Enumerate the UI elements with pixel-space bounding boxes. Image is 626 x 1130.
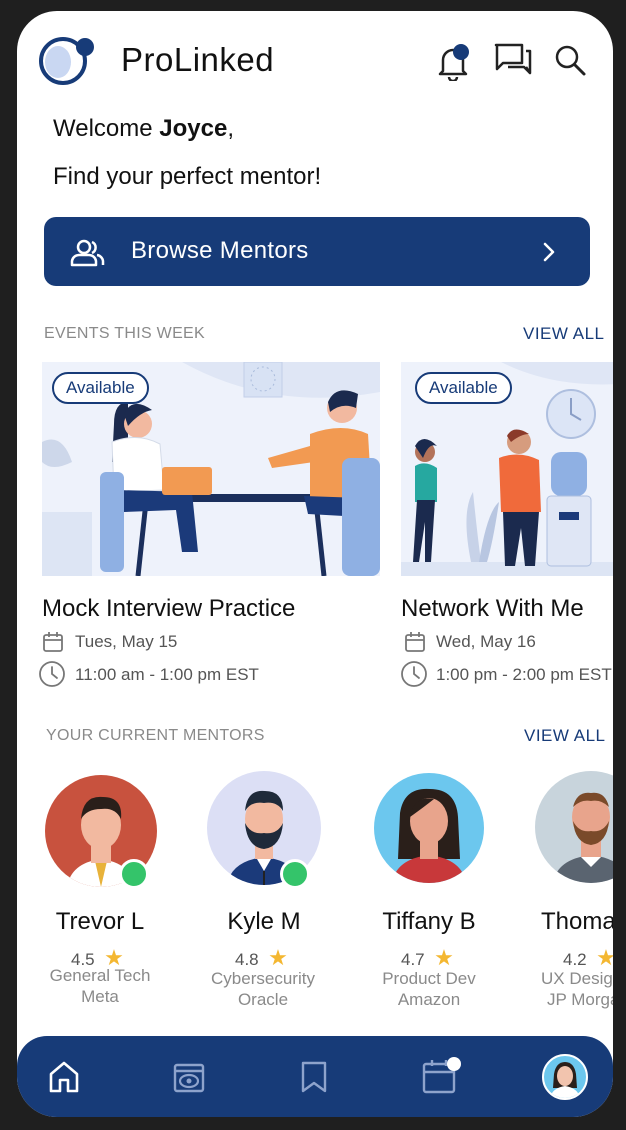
events-view-all-link[interactable]: VIEW ALL [523, 324, 604, 344]
bookmark-icon[interactable] [299, 1060, 329, 1099]
event-title: Network With Me [401, 595, 584, 622]
event-time: 11:00 am - 1:00 pm EST [75, 665, 259, 684]
clock-icon [38, 660, 66, 693]
mentor-role: General Tech Meta [49, 966, 151, 1006]
star-icon: ★ [268, 945, 288, 970]
mentor-avatar [535, 771, 613, 883]
people-icon [70, 239, 106, 272]
mentor-role: UX DesignJP Morgan [541, 969, 613, 1009]
phone-screen: ProLinked Welcome Joyce, Find your perfe… [17, 11, 613, 1117]
mentors-view-all-link[interactable]: VIEW ALL [524, 726, 605, 746]
star-icon: ★ [434, 945, 454, 970]
mentor-name: Kyle M [227, 908, 301, 935]
mentors-section-title: YOUR CURRENT MENTORS [46, 727, 265, 744]
event-time: 1:00 pm - 2:00 pm EST [436, 665, 612, 684]
home-icon[interactable] [47, 1060, 81, 1099]
notification-bell-icon[interactable] [435, 41, 471, 83]
browse-mentors-button[interactable]: Browse Mentors [44, 217, 590, 286]
browse-mentors-label: Browse Mentors [131, 237, 309, 264]
chevron-right-icon [542, 241, 556, 268]
calendar-icon [42, 631, 64, 658]
mentor-avatar [374, 773, 484, 883]
messages-icon[interactable] [493, 41, 533, 81]
event-date: Tues, May 15 [75, 632, 178, 651]
calendar-icon[interactable] [421, 1056, 463, 1101]
app-logo [37, 33, 97, 85]
search-icon[interactable] [553, 43, 589, 79]
mentor-name: Tiffany B [382, 908, 476, 935]
event-date: Wed, May 16 [436, 632, 536, 651]
clock-icon [401, 660, 428, 692]
event-availability-badge: Available [52, 372, 149, 404]
welcome-text: Welcome Joyce, [53, 115, 234, 142]
watch-icon[interactable] [172, 1060, 206, 1099]
star-icon: ★ [596, 945, 613, 970]
mentor-role: Product Dev Amazon [382, 969, 476, 1009]
bottom-tab-bar [17, 1036, 613, 1117]
events-section-title: EVENTS THIS WEEK [44, 325, 205, 342]
profile-avatar[interactable] [542, 1054, 588, 1100]
mentor-name: Thomas [541, 908, 613, 935]
event-card[interactable]: Available Network With Me Wed, May 16 1:… [401, 362, 613, 692]
event-availability-badge: Available [415, 372, 512, 404]
online-status-indicator [119, 859, 149, 889]
calendar-icon [404, 631, 426, 658]
user-name: Joyce [159, 115, 228, 142]
event-card[interactable]: Available Mock Interview Practice Tues, … [39, 362, 382, 692]
event-title: Mock Interview Practice [42, 595, 296, 622]
mentor-role: Cybersecurity Oracle [211, 969, 315, 1009]
app-title: ProLinked [121, 41, 275, 78]
mentor-name: Trevor L [55, 908, 145, 935]
online-status-indicator [280, 859, 310, 889]
welcome-subtitle: Find your perfect mentor! [53, 163, 322, 190]
